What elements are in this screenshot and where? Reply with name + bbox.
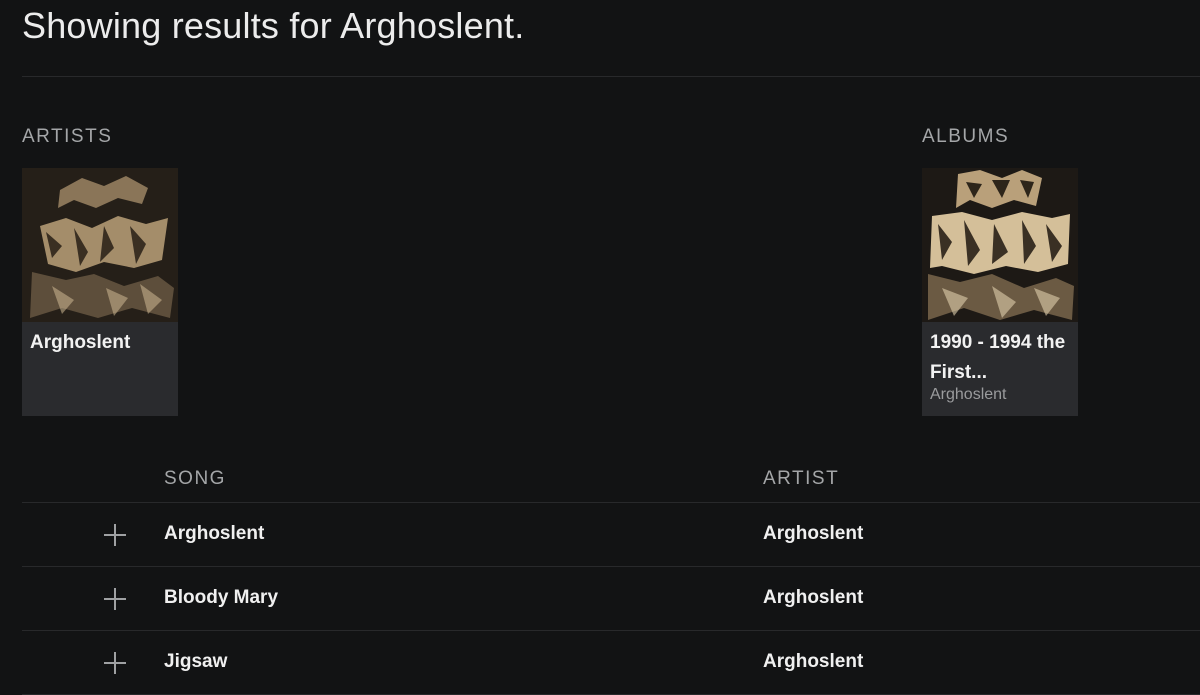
plus-icon[interactable]: [103, 523, 127, 547]
table-row[interactable]: Arghoslent Arghoslent: [22, 503, 1200, 567]
album-cover: [922, 168, 1078, 322]
title-divider: [22, 76, 1200, 77]
album-card[interactable]: 1990 - 1994 the First... Arghoslent: [922, 168, 1078, 416]
song-artist[interactable]: Arghoslent: [763, 523, 863, 545]
column-header-artist[interactable]: ARTIST: [763, 468, 839, 490]
album-title[interactable]: 1990 - 1994 the First...: [930, 328, 1072, 388]
table-row[interactable]: Bloody Mary Arghoslent: [22, 567, 1200, 631]
tracks-header: SONG ARTIST: [22, 458, 1200, 503]
page-title: Showing results for Arghoslent.: [22, 5, 525, 46]
artists-section-label: ARTISTS: [22, 126, 113, 147]
artist-image: [22, 168, 178, 322]
album-artist[interactable]: Arghoslent: [930, 386, 1007, 404]
tracks-table: SONG ARTIST Arghoslent Arghoslent Bloody…: [22, 458, 1200, 695]
artist-name[interactable]: Arghoslent: [30, 328, 172, 358]
song-artist[interactable]: Arghoslent: [763, 587, 863, 609]
song-name[interactable]: Bloody Mary: [164, 587, 278, 609]
song-name[interactable]: Arghoslent: [164, 523, 264, 545]
song-artist[interactable]: Arghoslent: [763, 651, 863, 673]
column-header-song[interactable]: SONG: [164, 468, 226, 490]
artist-card[interactable]: Arghoslent: [22, 168, 178, 416]
albums-section-label: ALBUMS: [922, 126, 1010, 147]
plus-icon[interactable]: [103, 587, 127, 611]
plus-icon[interactable]: [103, 651, 127, 675]
table-row[interactable]: Jigsaw Arghoslent: [22, 631, 1200, 695]
song-name[interactable]: Jigsaw: [164, 651, 227, 673]
